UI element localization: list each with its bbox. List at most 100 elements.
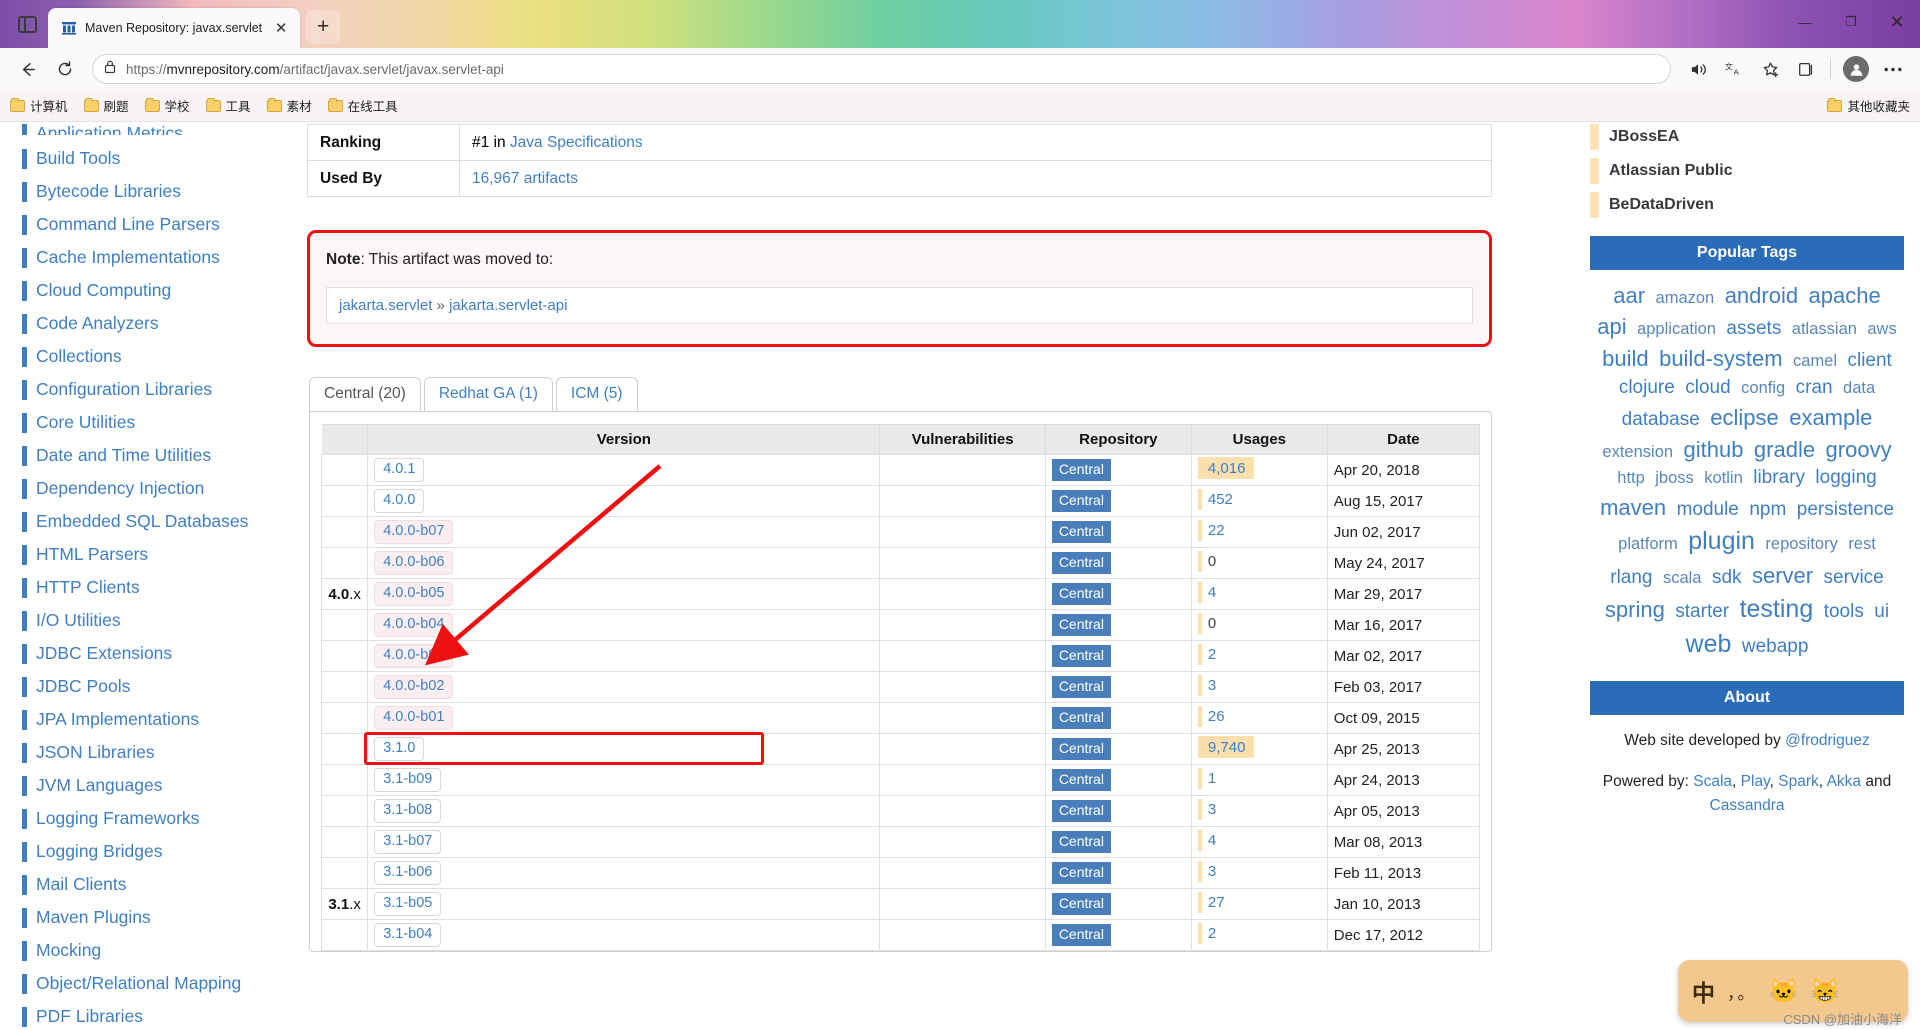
powered-link-scala[interactable]: Scala	[1693, 773, 1732, 790]
tag-npm[interactable]: npm	[1749, 499, 1786, 520]
tag-github[interactable]: github	[1684, 437, 1744, 462]
tag-cloud[interactable]: cloud	[1685, 377, 1730, 398]
about-author-link[interactable]: @frodriguez	[1785, 732, 1870, 749]
sidebar-item-application-metrics[interactable]: Application Metrics	[22, 124, 300, 135]
tag-rlang[interactable]: rlang	[1610, 567, 1652, 588]
sidebar-item-html-parsers[interactable]: HTML Parsers	[22, 545, 300, 565]
bookmark-item[interactable]: 在线工具	[327, 96, 398, 115]
repository-badge[interactable]: Central	[1051, 924, 1111, 946]
usage-count[interactable]: 3	[1202, 677, 1216, 694]
tag-persistence[interactable]: persistence	[1797, 499, 1894, 520]
tag-spring[interactable]: spring	[1605, 597, 1665, 622]
tag-webapp[interactable]: webapp	[1742, 636, 1809, 657]
sidebar-item-jvm-languages[interactable]: JVM Languages	[22, 776, 300, 796]
tag-config[interactable]: config	[1741, 379, 1785, 397]
new-tab-button[interactable]: +	[306, 10, 341, 44]
tag-extension[interactable]: extension	[1602, 443, 1673, 461]
usage-count[interactable]: 27	[1202, 894, 1225, 911]
repository-list-item[interactable]: BeDataDriven	[1590, 192, 1904, 218]
usage-count[interactable]: 4	[1202, 584, 1216, 601]
usage-count[interactable]: 0	[1202, 553, 1216, 570]
bookmark-item[interactable]: 工具	[205, 96, 251, 115]
tag-api[interactable]: api	[1597, 314, 1626, 339]
version-link[interactable]: 3.1-b07	[374, 830, 442, 854]
browser-tab[interactable]: Maven Repository: javax.servlet ✕	[48, 8, 301, 48]
usage-count[interactable]: 3	[1202, 863, 1216, 880]
other-favorites[interactable]: 其他收藏夹	[1827, 96, 1910, 115]
tag-logging[interactable]: logging	[1815, 467, 1876, 488]
tag-maven[interactable]: maven	[1600, 495, 1666, 520]
tag-web[interactable]: web	[1686, 630, 1732, 658]
sidebar-item-embedded-sql-databases[interactable]: Embedded SQL Databases	[22, 512, 300, 532]
sidebar-item-bytecode-libraries[interactable]: Bytecode Libraries	[22, 182, 300, 202]
repository-badge[interactable]: Central	[1051, 707, 1111, 729]
repository-badge[interactable]: Central	[1051, 738, 1111, 760]
address-bar[interactable]: https://mvnrepository.com/artifact/javax…	[92, 54, 1671, 84]
repository-badge[interactable]: Central	[1051, 614, 1111, 636]
profile-avatar-icon[interactable]	[1843, 56, 1869, 82]
sidebar-item-pdf-libraries[interactable]: PDF Libraries	[22, 1007, 300, 1027]
sidebar-item-logging-frameworks[interactable]: Logging Frameworks	[22, 809, 300, 829]
usage-count[interactable]: 1	[1202, 770, 1216, 787]
sidebar-item-configuration-libraries[interactable]: Configuration Libraries	[22, 380, 300, 400]
tag-module[interactable]: module	[1677, 499, 1739, 520]
tag-build[interactable]: build	[1602, 346, 1648, 371]
tag-application[interactable]: application	[1637, 320, 1716, 338]
version-link[interactable]: 4.0.0-b06	[374, 551, 454, 575]
sidebar-item-http-clients[interactable]: HTTP Clients	[22, 578, 300, 598]
sidebar-item-command-line-parsers[interactable]: Command Line Parsers	[22, 215, 300, 235]
tag-service[interactable]: service	[1824, 567, 1884, 588]
tag-platform[interactable]: platform	[1618, 535, 1678, 553]
version-link[interactable]: 4.0.0-b04	[374, 613, 454, 637]
usage-count[interactable]: 22	[1202, 522, 1225, 539]
repository-badge[interactable]: Central	[1051, 676, 1111, 698]
about-cassandra-link[interactable]: Cassandra	[1710, 797, 1785, 814]
back-arrow-icon[interactable]	[10, 53, 44, 85]
window-close-button[interactable]: ✕	[1874, 0, 1920, 44]
sidebar-item-jdbc-extensions[interactable]: JDBC Extensions	[22, 644, 300, 664]
version-link[interactable]: 4.0.0-b07	[374, 520, 454, 544]
sidebar-item-jdbc-pools[interactable]: JDBC Pools	[22, 677, 300, 697]
usage-count[interactable]: 2	[1202, 925, 1216, 942]
powered-link-spark[interactable]: Spark	[1778, 773, 1819, 790]
version-link[interactable]: 4.0.1	[374, 458, 425, 482]
tag-build-system[interactable]: build-system	[1659, 346, 1782, 371]
version-link[interactable]: 3.1.0	[374, 737, 425, 761]
version-link[interactable]: 4.0.0-b03	[374, 644, 454, 668]
usage-count[interactable]: 3	[1202, 801, 1216, 818]
tag-android[interactable]: android	[1725, 283, 1798, 308]
sidebar-item-json-libraries[interactable]: JSON Libraries	[22, 743, 300, 763]
repository-badge[interactable]: Central	[1051, 800, 1111, 822]
tab-close-icon[interactable]: ✕	[270, 17, 292, 39]
tag-scala[interactable]: scala	[1663, 569, 1702, 587]
tag-database[interactable]: database	[1622, 409, 1700, 430]
usage-count[interactable]: 2	[1202, 646, 1216, 663]
sidebar-item-code-analyzers[interactable]: Code Analyzers	[22, 314, 300, 334]
repository-badge[interactable]: Central	[1051, 831, 1111, 853]
sidebar-item-maven-plugins[interactable]: Maven Plugins	[22, 908, 300, 928]
sidebar-item-dependency-injection[interactable]: Dependency Injection	[22, 479, 300, 499]
usage-count[interactable]: 4	[1202, 832, 1216, 849]
note-artifact-link[interactable]: jakarta.servlet-api	[449, 297, 567, 314]
powered-link-play[interactable]: Play	[1741, 773, 1770, 790]
tag-assets[interactable]: assets	[1726, 318, 1781, 339]
version-link[interactable]: 3.1-b05	[374, 892, 442, 916]
sidebar-item-build-tools[interactable]: Build Tools	[22, 149, 300, 169]
tag-groovy[interactable]: groovy	[1826, 437, 1892, 462]
ime-punctuation-toggle[interactable]: ，。	[1727, 979, 1757, 1004]
sidebar-item-cache-implementations[interactable]: Cache Implementations	[22, 248, 300, 268]
usage-count[interactable]: 452	[1202, 491, 1233, 508]
collections-icon[interactable]	[1789, 53, 1823, 85]
bookmark-item[interactable]: 计算机	[10, 96, 68, 115]
version-link[interactable]: 4.0.0	[374, 489, 425, 513]
repository-badge[interactable]: Central	[1051, 645, 1111, 667]
tag-library[interactable]: library	[1753, 467, 1805, 488]
tag-cran[interactable]: cran	[1796, 377, 1833, 398]
powered-link-akka[interactable]: Akka	[1827, 773, 1861, 790]
tag-jboss[interactable]: jboss	[1655, 469, 1694, 487]
sidebar-item-mail-clients[interactable]: Mail Clients	[22, 875, 300, 895]
maximize-button[interactable]: ❐	[1828, 0, 1874, 44]
tag-testing[interactable]: testing	[1740, 595, 1814, 623]
sidebar-item-cloud-computing[interactable]: Cloud Computing	[22, 281, 300, 301]
sidebar-item-collections[interactable]: Collections	[22, 347, 300, 367]
